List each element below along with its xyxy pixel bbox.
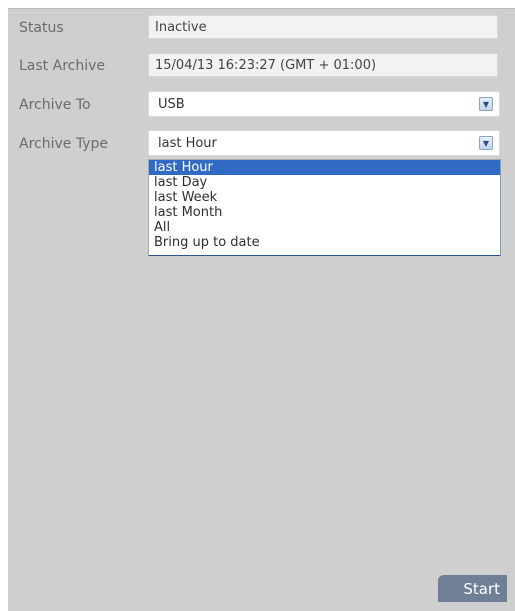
archive-panel: Status Inactive Last Archive 15/04/13 16… — [8, 8, 515, 611]
archive-to-value: USB — [158, 97, 185, 112]
archive-type-option[interactable]: Bring up to date — [149, 235, 500, 250]
last-archive-label: Last Archive — [19, 58, 105, 74]
archive-to-select[interactable]: USB ▼ — [148, 91, 500, 117]
archive-type-option[interactable]: last Month — [149, 205, 500, 220]
last-archive-field: 15/04/13 16:23:27 (GMT + 01:00) — [148, 53, 498, 77]
archive-type-option[interactable]: last Day — [149, 175, 500, 190]
chevron-down-icon[interactable]: ▼ — [479, 136, 493, 150]
archive-type-option[interactable]: All — [149, 220, 500, 235]
archive-type-option[interactable]: last Week — [149, 190, 500, 205]
archive-type-option[interactable]: last Hour — [149, 160, 500, 175]
start-button[interactable]: Start — [438, 575, 507, 602]
chevron-down-icon[interactable]: ▼ — [479, 97, 493, 111]
archive-type-select[interactable]: last Hour ▼ — [148, 130, 500, 156]
archive-type-value: last Hour — [158, 136, 217, 151]
archive-to-label: Archive To — [19, 97, 91, 113]
archive-type-dropdown-list: last Hour last Day last Week last Month … — [148, 159, 501, 256]
status-field: Inactive — [148, 15, 498, 39]
status-label: Status — [19, 20, 64, 36]
archive-type-label: Archive Type — [19, 136, 108, 152]
